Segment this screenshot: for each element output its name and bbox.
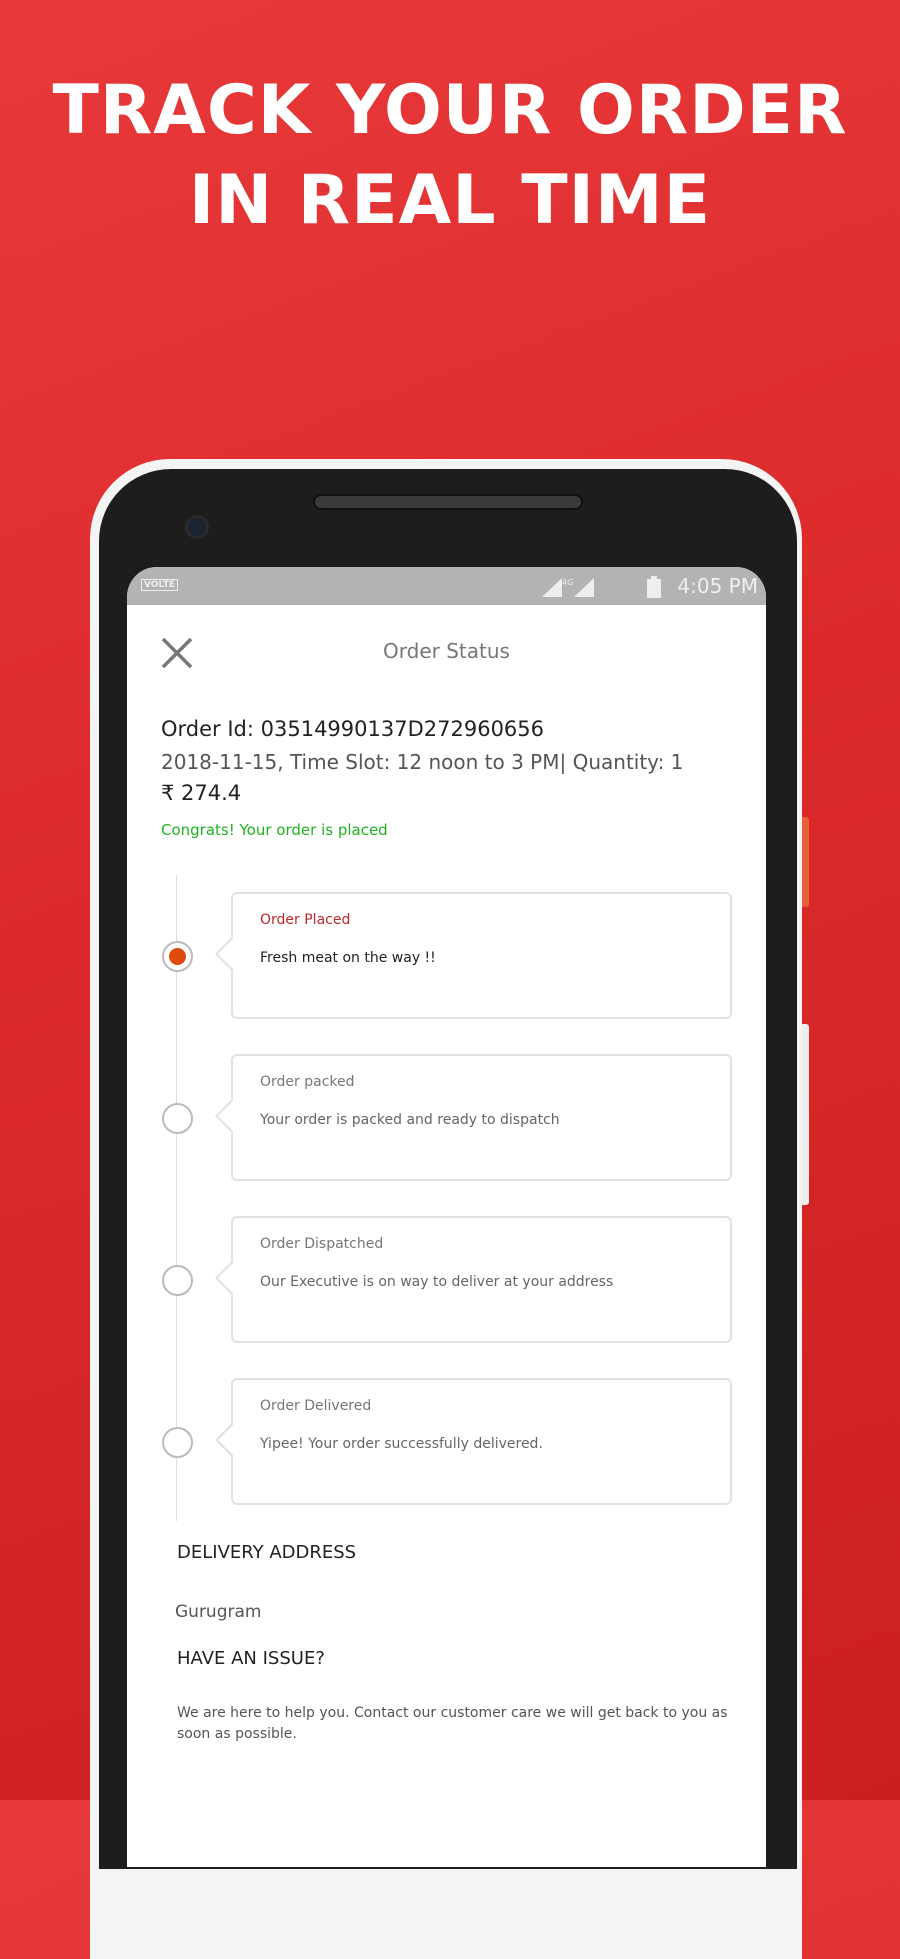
headline-line-1: TRACK YOUR ORDER — [52, 71, 848, 150]
step-description: Our Executive is on way to deliver at yo… — [260, 1274, 614, 1290]
card-pointer — [215, 1261, 249, 1295]
step-title: Order Dispatched — [260, 1236, 384, 1252]
issue-heading: HAVE AN ISSUE? — [177, 1648, 325, 1669]
status-bar: VOLTE 4G 4:05 PM — [127, 567, 766, 605]
timeline-dot — [162, 1103, 193, 1134]
step-description: Fresh meat on the way !! — [260, 950, 436, 966]
page-title: Order Status — [383, 639, 510, 663]
clock: 4:05 PM — [677, 574, 758, 598]
headline-line-2: IN REAL TIME — [188, 161, 712, 240]
timeline-card: Order Dispatched Our Executive is on way … — [215, 1216, 732, 1343]
timeline-card: Order Delivered Yipee! Your order success… — [215, 1378, 732, 1505]
camera-icon — [185, 515, 209, 539]
volte-badge: VOLTE — [141, 579, 178, 591]
battery-icon — [647, 576, 661, 598]
delivery-address-heading: DELIVERY ADDRESS — [177, 1542, 357, 1563]
order-id: Order Id: 03514990137D272960656 — [161, 717, 545, 741]
timeline-card: Order packed Your order is packed and rea… — [215, 1054, 732, 1181]
order-message: Congrats! Your order is placed — [161, 821, 388, 839]
issue-text: We are here to help you. Contact our cus… — [177, 1705, 728, 1742]
card-pointer — [215, 937, 249, 971]
phone-side-button — [802, 1024, 809, 1205]
timeline-dot — [162, 1265, 193, 1296]
step-title: Order Placed — [260, 912, 351, 928]
timeline-dot — [162, 1427, 193, 1458]
delivery-address: Gurugram — [175, 1602, 262, 1622]
card-pointer — [215, 1423, 249, 1457]
timeline-card: Order Placed Fresh meat on the way !! — [215, 892, 732, 1019]
app-screen: VOLTE 4G 4:05 PM Order Status Order Id: … — [127, 567, 766, 1867]
step-title: Order Delivered — [260, 1398, 372, 1414]
order-details: 2018-11-15, Time Slot: 12 noon to 3 PM| … — [161, 750, 684, 774]
phone-side-button — [802, 817, 809, 907]
step-description: Your order is packed and ready to dispat… — [260, 1112, 560, 1128]
timeline-dot-active — [162, 941, 193, 972]
signal-icon: 4G — [542, 578, 594, 597]
step-description: Yipee! Your order successfully delivered… — [260, 1436, 543, 1452]
speaker-grill — [313, 494, 583, 510]
card-pointer — [215, 1099, 249, 1133]
order-price: ₹ 274.4 — [161, 781, 242, 805]
step-title: Order packed — [260, 1074, 355, 1090]
network-label: 4G — [562, 578, 573, 587]
